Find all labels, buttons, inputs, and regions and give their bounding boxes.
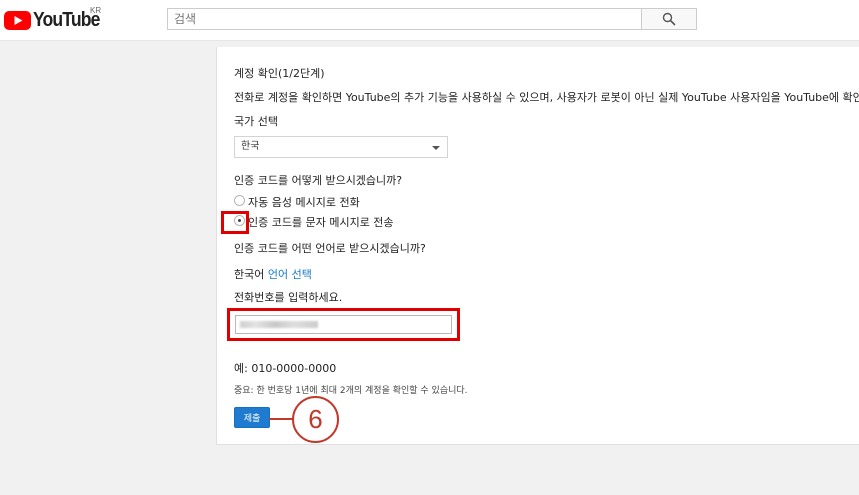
phone-number-input[interactable]	[235, 315, 452, 334]
phone-limit-note: 중요: 한 번호당 1년에 최대 2개의 계정을 확인할 수 있습니다.	[234, 386, 468, 396]
phone-label: 전화번호를 입력하세요.	[234, 291, 343, 304]
method-question: 인증 코드를 어떻게 받으시겠습니까?	[234, 174, 403, 187]
search-box	[167, 8, 641, 30]
verification-panel: 계정 확인(1/2단계) 전화로 계정을 확인하면 YouTube의 추가 기능…	[216, 47, 859, 445]
step-number-badge: 6	[292, 396, 339, 443]
description-text: 전화로 계정을 확인하면 YouTube의 추가 기능을 사용하실 수 있으며,…	[234, 91, 859, 104]
page-title: 계정 확인(1/2단계)	[234, 67, 325, 80]
masthead: YouTube KR	[0, 0, 859, 41]
radio-voice-call-label: 자동 음성 메시지로 전화	[248, 196, 360, 209]
country-select-value: 한국	[241, 141, 260, 152]
search-icon	[662, 12, 676, 26]
radio-text-message-label: 인증 코드를 문자 메시지로 전송	[248, 216, 394, 229]
language-question: 인증 코드를 어떤 언어로 받으시겠습니까?	[234, 242, 426, 255]
redacted-phone-number	[240, 321, 318, 328]
language-row: 한국어 언어 선택	[234, 266, 312, 282]
logo-country-code: KR	[90, 6, 102, 15]
radio-highlight-box	[221, 211, 249, 234]
country-select[interactable]: 한국	[234, 136, 448, 158]
country-label: 국가 선택	[234, 115, 278, 128]
youtube-play-icon	[4, 11, 31, 30]
radio-voice-call[interactable]	[234, 195, 245, 206]
language-select-link[interactable]: 언어 선택	[268, 268, 312, 281]
youtube-logo[interactable]: YouTube KR	[4, 6, 109, 33]
search-button[interactable]	[641, 8, 697, 30]
chevron-down-icon	[432, 146, 440, 150]
step-connector-line	[269, 418, 293, 420]
language-value: 한국어	[234, 268, 265, 281]
phone-example: 예: 010-0000-0000	[234, 362, 337, 375]
phone-highlight-box	[227, 308, 460, 341]
search-input[interactable]	[168, 9, 641, 29]
submit-button[interactable]: 제출	[234, 407, 270, 428]
